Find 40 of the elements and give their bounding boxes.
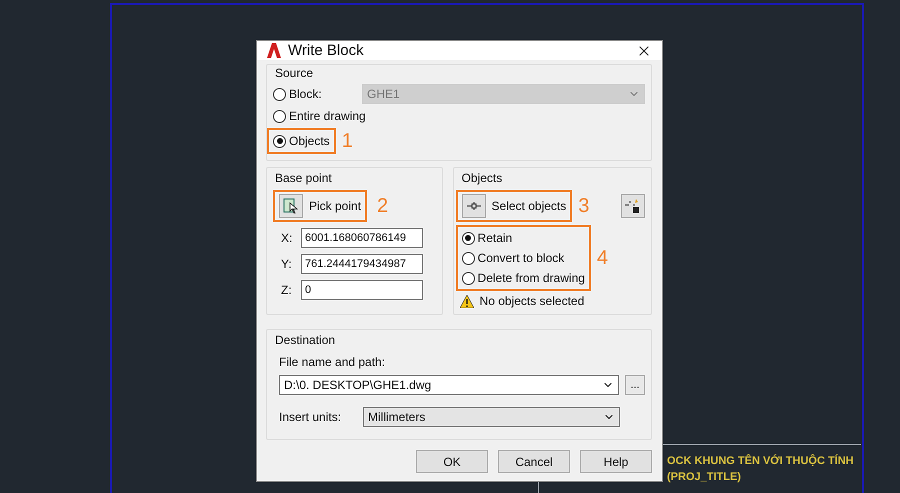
crosshair-icon (466, 199, 481, 213)
group-label: Base point (275, 170, 332, 186)
warning-text: No objects selected (480, 294, 584, 308)
logo-icon (267, 43, 281, 58)
field-label: Insert units: (279, 410, 342, 424)
coordinate-field[interactable]: 6001.168060786149 (301, 228, 423, 248)
radio-button[interactable]: Convert to block (462, 249, 585, 267)
select-objects-button[interactable]: Select objects (462, 194, 566, 218)
units-dropdown[interactable]: Millimeters (363, 407, 620, 427)
dialog-button[interactable]: OK (416, 450, 488, 473)
pick-point-icon (283, 198, 299, 214)
title-block-text: OCK KHUNG TÊN VỚI THUỘC TÍNH (667, 453, 854, 469)
title-block-text: (PROJ_TITLE) (667, 470, 742, 485)
step-number: 3 (578, 194, 590, 218)
group-label: Source (274, 65, 314, 81)
quick-select-button[interactable] (621, 194, 645, 218)
file-path-dropdown[interactable]: D:\0. DESKTOP\GHE1.dwg (279, 375, 620, 395)
group-label: Destination (275, 332, 336, 348)
pick-point-button[interactable]: Pick point (279, 194, 362, 218)
coordinate-field[interactable]: 761.2444179434987 (301, 254, 423, 274)
radio-button[interactable]: Retain (462, 229, 585, 247)
radio-button[interactable]: Block: (273, 85, 322, 103)
coordinate-label: Y: (280, 257, 293, 271)
step-number: 4 (596, 246, 608, 270)
quick-select-icon (625, 198, 641, 214)
step-number: 1 (342, 130, 353, 152)
dialog-button[interactable]: Cancel (498, 450, 570, 473)
warning-icon (460, 294, 474, 308)
browse-button[interactable]: ... (625, 375, 645, 395)
radio-button[interactable]: Entire drawing (273, 107, 645, 125)
coordinate-label: X: (280, 231, 294, 245)
step-number: 2 (377, 194, 388, 218)
window-title: Write Block (288, 42, 365, 59)
field-label: File name and path: (278, 355, 386, 369)
coordinate-field[interactable]: 0 (301, 280, 423, 300)
coordinate-label: Z: (280, 283, 293, 297)
group-label: Objects (462, 170, 502, 186)
radio-button[interactable]: Objects (273, 132, 330, 150)
radio-button[interactable]: Delete from drawing (462, 269, 585, 287)
dialog-button[interactable]: Help (580, 450, 652, 473)
